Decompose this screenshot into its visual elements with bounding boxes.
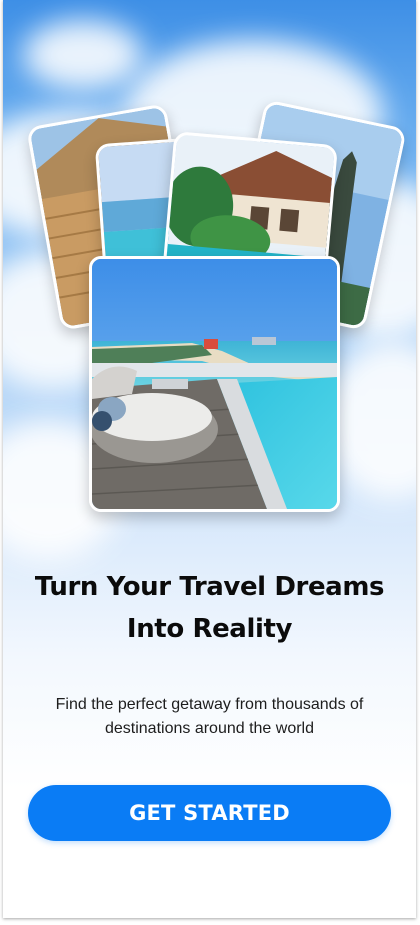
cloud [23,20,143,90]
headline-line-2: Into Reality [126,614,293,644]
onboarding-screen: Turn Your Travel Dreams Into Reality Fin… [3,0,416,918]
subtitle-line-1: Find the perfect getaway from thousands … [55,696,364,713]
destination-photo-infinity-pool [89,256,340,512]
subtitle-line-2: destinations around the world [104,720,315,737]
get-started-button[interactable]: GET STARTED [28,785,391,841]
headline: Turn Your Travel Dreams Into Reality [3,566,416,650]
headline-line-1: Turn Your Travel Dreams [34,572,385,602]
subtitle: Find the perfect getaway from thousands … [23,693,396,741]
